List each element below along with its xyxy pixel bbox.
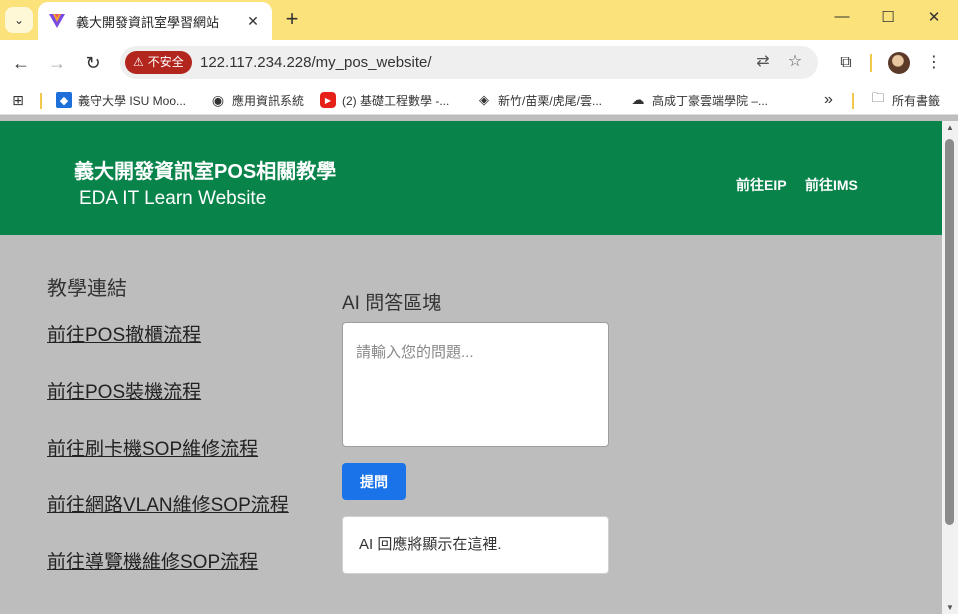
tab-strip: ⌄ 義大開發資訊室學習網站 ✕ + — ☐ ✕ xyxy=(0,0,958,40)
cloud-icon: ☁ xyxy=(631,92,645,107)
scroll-down-arrow-icon[interactable]: ▼ xyxy=(946,603,954,612)
folder-icon: 🗀 xyxy=(871,90,885,105)
kebab-menu-icon[interactable]: ⋮ xyxy=(922,51,946,75)
maximize-icon[interactable]: ☐ xyxy=(876,8,900,32)
ai-response-box: AI 回應將顯示在這裡. xyxy=(342,516,609,574)
ask-button[interactable]: 提問 xyxy=(342,463,406,500)
browser-tab-active[interactable]: 義大開發資訊室學習網站 ✕ xyxy=(38,2,272,40)
minimize-icon[interactable]: — xyxy=(830,8,854,32)
graduation-cap-icon: ◈ xyxy=(479,92,489,107)
bookmarks-separator xyxy=(852,93,854,109)
profile-avatar[interactable] xyxy=(888,52,910,74)
bookmark-item[interactable]: ▶ (2) 基礎工程數學 -... xyxy=(320,90,449,110)
reload-icon[interactable]: ↻ xyxy=(80,50,106,76)
link-kiosk-sop[interactable]: 前往導覽機維修SOP流程 xyxy=(47,547,258,574)
isu-logo-icon: ◆ xyxy=(56,92,72,108)
bookmarks-overflow-button[interactable]: » xyxy=(824,90,833,110)
eip-link[interactable]: 前往EIP xyxy=(736,175,787,195)
bookmarks-separator xyxy=(40,93,42,109)
scroll-up-arrow-icon[interactable]: ▲ xyxy=(946,123,954,132)
link-network-vlan-sop[interactable]: 前往網路VLAN維修SOP流程 xyxy=(47,490,289,517)
scrollbar-thumb[interactable] xyxy=(945,139,954,525)
site-header: 義大開發資訊室POS相關教學 EDA IT Learn Website 前往EI… xyxy=(0,121,942,235)
page-viewport: 義大開發資訊室POS相關教學 EDA IT Learn Website 前往EI… xyxy=(0,121,942,614)
apps-grid-icon[interactable]: ⊞ xyxy=(10,90,32,110)
forward-arrow-icon[interactable]: → xyxy=(44,50,70,76)
globe-icon: ◉ xyxy=(211,91,225,108)
sidebar-heading: 教學連結 xyxy=(47,278,127,300)
translate-icon[interactable]: ⇄ xyxy=(752,51,774,73)
back-arrow-icon[interactable]: ← xyxy=(8,50,34,76)
all-bookmarks-folder[interactable]: 🗀 所有書籤 xyxy=(870,90,940,110)
ai-section-heading: AI 問答區塊 xyxy=(342,293,442,314)
bookmark-item[interactable]: ◈ 新竹/苗栗/虎尾/雲... xyxy=(476,90,602,110)
star-bookmark-icon[interactable]: ☆ xyxy=(784,51,806,73)
ims-link[interactable]: 前往IMS xyxy=(805,175,858,195)
link-pos-withdraw[interactable]: 前往POS撤櫃流程 xyxy=(47,320,201,347)
site-title: 義大開發資訊室POS相關教學 xyxy=(74,161,337,183)
close-tab-icon[interactable]: ✕ xyxy=(244,13,262,30)
link-pos-install[interactable]: 前往POS裝機流程 xyxy=(47,377,201,404)
url-text[interactable]: 122.117.234.228/my_pos_website/ xyxy=(200,46,432,79)
ai-question-input[interactable] xyxy=(342,322,609,447)
youtube-icon: ▶ xyxy=(320,92,336,108)
bookmark-item[interactable]: ◆ 義守大學 ISU Moo... xyxy=(56,90,186,110)
security-label: 不安全 xyxy=(147,55,184,69)
link-card-reader-sop[interactable]: 前往刷卡機SOP維修流程 xyxy=(47,434,258,461)
window-close-icon[interactable]: ✕ xyxy=(922,8,946,32)
site-subtitle: EDA IT Learn Website xyxy=(79,188,267,209)
extensions-puzzle-icon[interactable]: ⧉ xyxy=(834,51,858,75)
warning-icon: ⚠ xyxy=(133,55,144,69)
security-chip[interactable]: ⚠ 不安全 xyxy=(125,51,192,74)
bookmarks-bar: ⊞ ◆ 義守大學 ISU Moo... ◉ 應用資訊系統 ▶ (2) 基礎工程數… xyxy=(0,86,958,115)
address-bar[interactable]: ⚠ 不安全 122.117.234.228/my_pos_website/ ⇄ ☆ xyxy=(120,46,818,79)
new-tab-button[interactable]: + xyxy=(280,8,304,32)
bookmark-item[interactable]: ◉ 應用資訊系統 xyxy=(210,90,304,110)
bookmark-item[interactable]: ☁ 高成丁豪雲端學院 –... xyxy=(630,90,769,110)
chevron-down-icon: ⌄ xyxy=(13,13,25,27)
vuetify-logo-icon xyxy=(49,14,65,28)
browser-toolbar: ← → ↻ ⚠ 不安全 122.117.234.228/my_pos_websit… xyxy=(0,40,958,86)
vertical-scrollbar[interactable]: ▲ ▼ xyxy=(942,121,958,614)
toolbar-separator xyxy=(870,54,872,72)
tab-title: 義大開發資訊室學習網站 xyxy=(76,14,220,30)
tab-search-button[interactable]: ⌄ xyxy=(5,7,33,33)
